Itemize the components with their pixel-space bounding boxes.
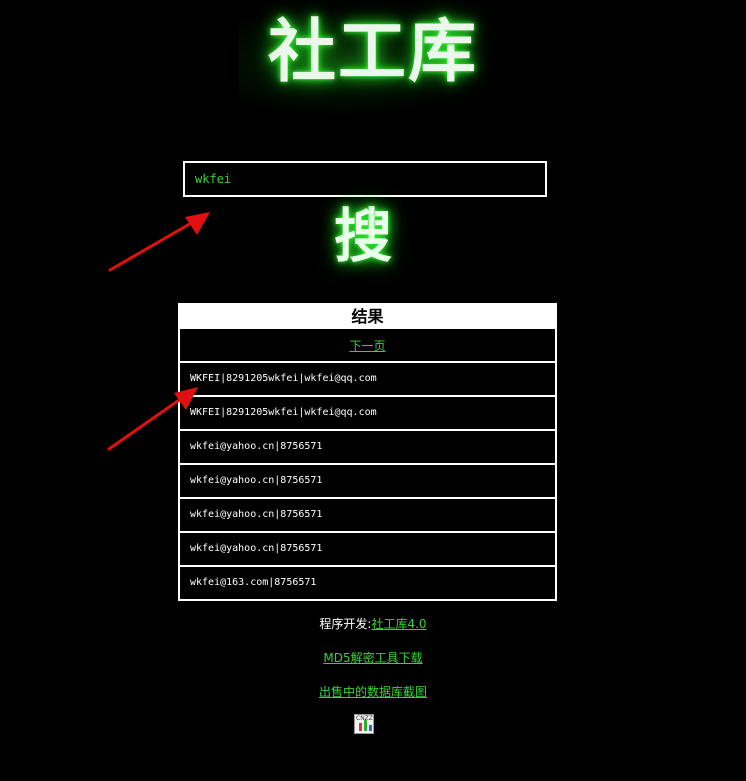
stat-bar-green [364,720,367,731]
red-arrow-icon [108,212,210,272]
table-row: wkfei@yahoo.cn|8756571 [180,499,555,533]
md5-tool-link[interactable]: MD5解密工具下载 [323,651,422,665]
next-page-row: 下一页 [180,329,555,363]
site-logo: 社工库 [267,13,478,92]
search-box[interactable] [183,161,547,197]
results-table: 结果 下一页 WKFEI|8291205wkfei|wkfei@qq.com W… [178,303,557,601]
database-screenshot-link[interactable]: 出售中的数据库截图 [319,685,427,699]
developer-label: 程序开发: [319,617,372,631]
search-input[interactable] [185,163,545,195]
screenshot-line: 出售中的数据库截图 [0,683,746,700]
stat-bar-red [359,723,362,731]
search-button[interactable]: 搜 [318,198,408,274]
cnzz-stats-icon[interactable]: CNZZ [354,714,374,734]
table-row: wkfei@163.com|8756571 [190,577,317,588]
table-row: WKFEI|8291205wkfei|wkfei@qq.com [180,397,555,431]
table-row: WKFEI|8291205wkfei|wkfei@qq.com [180,363,555,397]
table-row: wkfei@yahoo.cn|8756571 [180,431,555,465]
stat-bar-blue [369,725,372,731]
md5-line: MD5解密工具下载 [0,649,746,666]
table-row: wkfei@yahoo.cn|8756571 [180,533,555,567]
table-row: wkfei@yahoo.cn|8756571 [180,465,555,499]
developer-line: 程序开发:社工库4.0 [0,615,746,632]
next-page-link[interactable]: 下一页 [349,339,385,353]
developer-link[interactable]: 社工库4.0 [371,617,426,631]
results-header: 结果 [180,305,555,329]
